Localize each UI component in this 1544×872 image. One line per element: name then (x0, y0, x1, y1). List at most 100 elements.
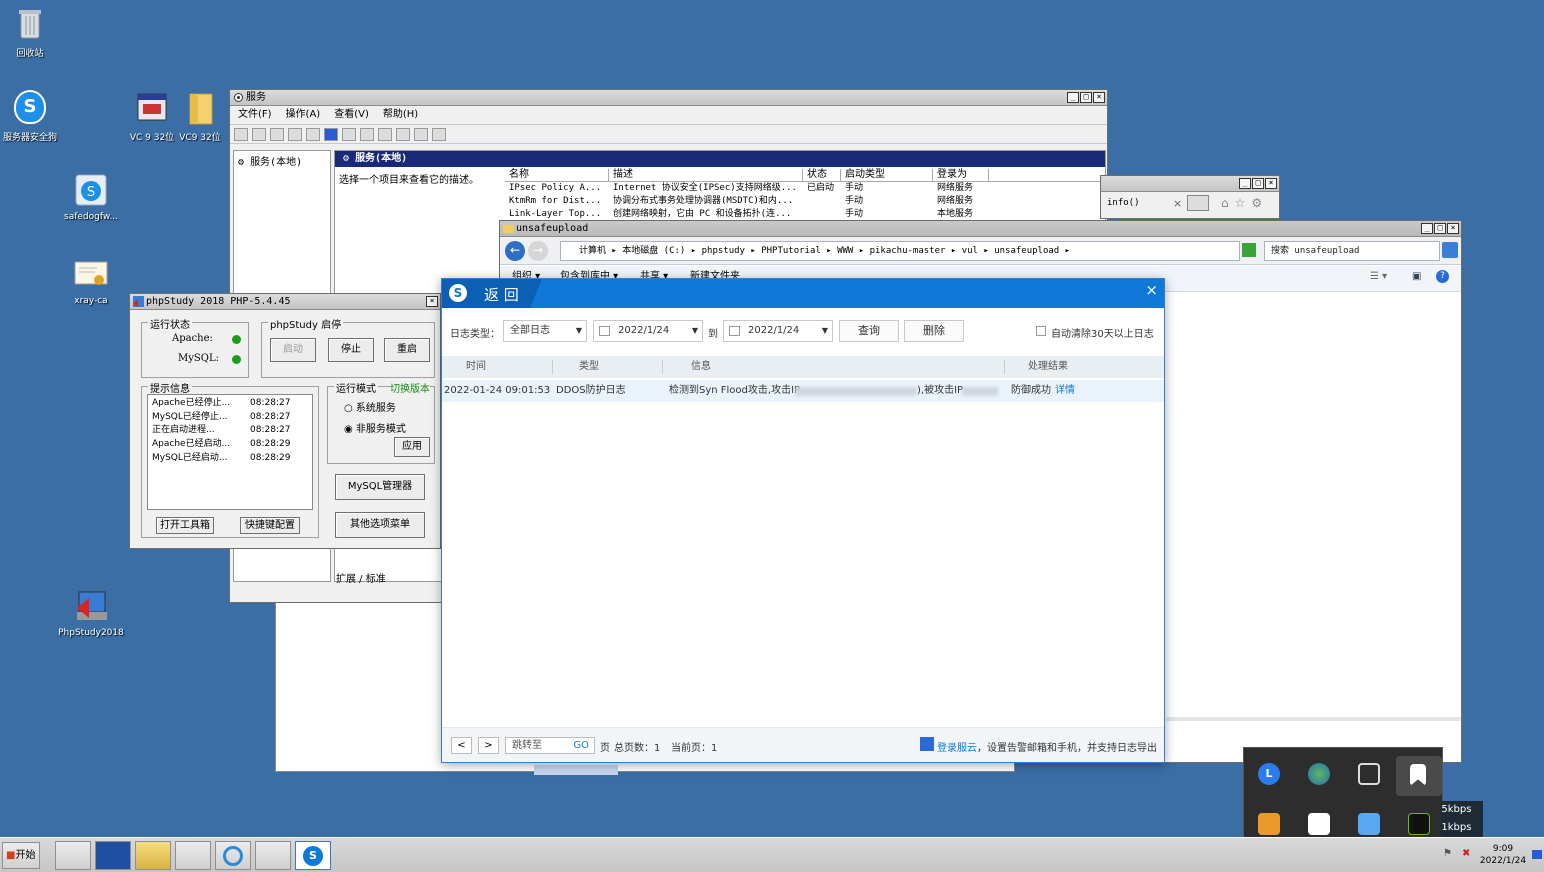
globe-icon[interactable] (1308, 763, 1330, 785)
mode-system-radio[interactable]: ○ 系统服务 (344, 399, 396, 414)
close-button[interactable]: × (426, 296, 438, 307)
settings-gear-icon[interactable]: ⚙ (1251, 196, 1268, 210)
show-desktop-button[interactable] (1532, 850, 1542, 859)
prev-page-button[interactable]: < (451, 737, 472, 754)
folder-app-icon[interactable] (1258, 813, 1280, 835)
switch-version-link[interactable]: 切换版本 (390, 380, 430, 395)
favorites-star-icon[interactable]: ☆ (1235, 196, 1252, 210)
minimize-button[interactable]: _ (1067, 92, 1079, 103)
close-button[interactable]: × (1093, 92, 1105, 103)
taskbar-server-manager[interactable] (55, 841, 91, 870)
taskbar-phpstudy[interactable] (255, 841, 291, 870)
ie-tab[interactable]: info() (1107, 198, 1140, 208)
tab-extended[interactable]: 扩展 (336, 574, 356, 585)
taskbar-ie[interactable] (215, 841, 251, 870)
refresh-icon[interactable] (288, 127, 302, 141)
maximize-button[interactable]: □ (1080, 92, 1092, 103)
taskbar-services[interactable] (175, 841, 211, 870)
letter-l-app-icon[interactable]: L (1258, 763, 1280, 785)
explorer-titlebar[interactable]: unsafeupload _ □ × (500, 221, 1461, 237)
clock[interactable]: 9:09 2022/1/24 (1474, 843, 1532, 867)
menu-view[interactable]: 查看(V) (334, 106, 369, 124)
tray-network-icon[interactable]: ✖ (1462, 848, 1470, 859)
phpstudy-titlebar[interactable]: phpStudy 2018 PHP-5.4.45 × (130, 294, 440, 310)
new-tab-button[interactable] (1187, 195, 1209, 211)
log-type-select[interactable]: 全部日志 ▼ (503, 320, 587, 342)
preview-pane-icon[interactable]: ▣ (1412, 266, 1421, 288)
desktop-icon-vc9-folder[interactable]: VC9 32位 (170, 90, 230, 143)
taskbar-explorer[interactable] (135, 841, 171, 870)
taskbar-powershell[interactable] (95, 841, 131, 870)
play-icon[interactable] (360, 127, 374, 141)
horizontal-scrollbar[interactable] (1166, 717, 1461, 721)
col-status[interactable]: 状态 (803, 169, 841, 181)
minimize-button[interactable]: _ (1239, 178, 1251, 189)
help-icon[interactable]: ? (1436, 270, 1449, 283)
play-alt-icon[interactable] (378, 127, 392, 141)
back-arrow-icon[interactable] (234, 127, 248, 141)
col-desc[interactable]: 描述 (609, 169, 803, 181)
go-button[interactable]: GO (573, 738, 589, 753)
back-title[interactable]: 返 回 (484, 284, 519, 305)
col-name[interactable]: 名称 (505, 169, 609, 181)
services-titlebar[interactable]: 服务 _ □ × (230, 90, 1107, 106)
forward-arrow-icon[interactable]: → (528, 241, 548, 261)
other-options-button[interactable]: 其他选项菜单 (335, 512, 425, 538)
detail-link[interactable]: 详情 (1055, 380, 1075, 402)
menu-file[interactable]: 文件(F) (238, 106, 272, 124)
cloud-link[interactable]: 服云 (957, 743, 977, 754)
stop-icon[interactable] (396, 127, 410, 141)
refresh-icon[interactable] (1242, 243, 1256, 257)
ie-titlebar[interactable]: _ □ × (1101, 176, 1279, 192)
stop-button[interactable]: 停止 (328, 338, 374, 362)
tab-standard[interactable]: 标准 (366, 574, 386, 585)
windows-copy-icon[interactable] (1358, 763, 1380, 785)
mysql-manager-button[interactable]: MySQL管理器 (335, 474, 425, 500)
colorful-app-icon[interactable] (1308, 813, 1330, 835)
tray-flag-icon[interactable]: ⚑ (1443, 848, 1452, 859)
console-tree-icon[interactable] (270, 127, 284, 141)
start-button[interactable]: 启动 (270, 338, 316, 362)
log-row[interactable]: 2022-01-24 09:01:53 DDOS防护日志 检测到Syn Floo… (442, 380, 1164, 402)
desktop-icon-xray-ca[interactable]: xray-ca (51, 256, 131, 306)
delete-button[interactable]: 删除 (904, 320, 964, 342)
col-logon[interactable]: 登录为 (933, 169, 989, 181)
blue-app-icon[interactable] (1358, 813, 1380, 835)
menu-action[interactable]: 操作(A) (286, 106, 321, 124)
date-from-picker[interactable]: 2022/1/24 ▼ (593, 320, 703, 342)
pause-icon[interactable] (414, 127, 428, 141)
login-link[interactable]: 登录 (937, 743, 957, 754)
search-input[interactable]: 搜索 unsafeupload (1264, 241, 1440, 261)
service-row[interactable]: KtmRm for Dist... 协调分布式事务处理协调器(MSDTC)和内..… (505, 195, 1105, 208)
maximize-button[interactable]: □ (1434, 223, 1446, 234)
tree-item-local[interactable]: ⚙ 服务(本地) (234, 151, 330, 170)
jump-page-input[interactable]: 跳转至 GO (505, 737, 595, 754)
back-arrow-icon[interactable]: ← (505, 241, 525, 261)
maximize-button[interactable]: □ (1252, 178, 1264, 189)
close-icon[interactable]: × (1145, 281, 1158, 299)
date-to-picker[interactable]: 2022/1/24 ▼ (723, 320, 833, 342)
export-icon[interactable] (306, 127, 320, 141)
home-icon[interactable]: ⌂ (1221, 196, 1235, 210)
mode-non-service-radio[interactable]: ◉ 非服务模式 (344, 420, 406, 435)
col-startup[interactable]: 启动类型 (841, 169, 933, 181)
view-options-icon[interactable]: ☰ ▾ (1370, 266, 1387, 288)
desktop-icon-phpstudy[interactable]: PhpStudy2018 (51, 588, 131, 638)
minimize-button[interactable]: _ (1421, 223, 1433, 234)
restart-button[interactable]: 重启 (384, 338, 430, 362)
properties-icon[interactable] (342, 127, 356, 141)
desktop-icon-recycle-bin[interactable]: 回收站 (0, 6, 70, 59)
hotkey-config-button[interactable]: 快捷键配置 (240, 517, 300, 534)
address-breadcrumb[interactable]: 计算机 ▸ 本地磁盘 (C:) ▸ phpstudy ▸ PHPTutorial… (560, 241, 1240, 261)
desktop-icon-safedogfw[interactable]: S safedogfw... (51, 172, 131, 222)
query-button[interactable]: 查询 (839, 320, 899, 342)
taskbar-safedog[interactable]: S (295, 841, 331, 870)
open-toolbox-button[interactable]: 打开工具箱 (156, 517, 214, 534)
next-page-button[interactable]: > (478, 737, 499, 754)
forward-arrow-icon[interactable] (252, 127, 266, 141)
search-icon[interactable] (1442, 242, 1458, 258)
apply-button[interactable]: 应用 (394, 437, 430, 457)
auto-clear-checkbox[interactable] (1036, 326, 1046, 336)
close-tab-icon[interactable]: × (1173, 197, 1182, 210)
nvidia-icon[interactable] (1408, 813, 1430, 835)
